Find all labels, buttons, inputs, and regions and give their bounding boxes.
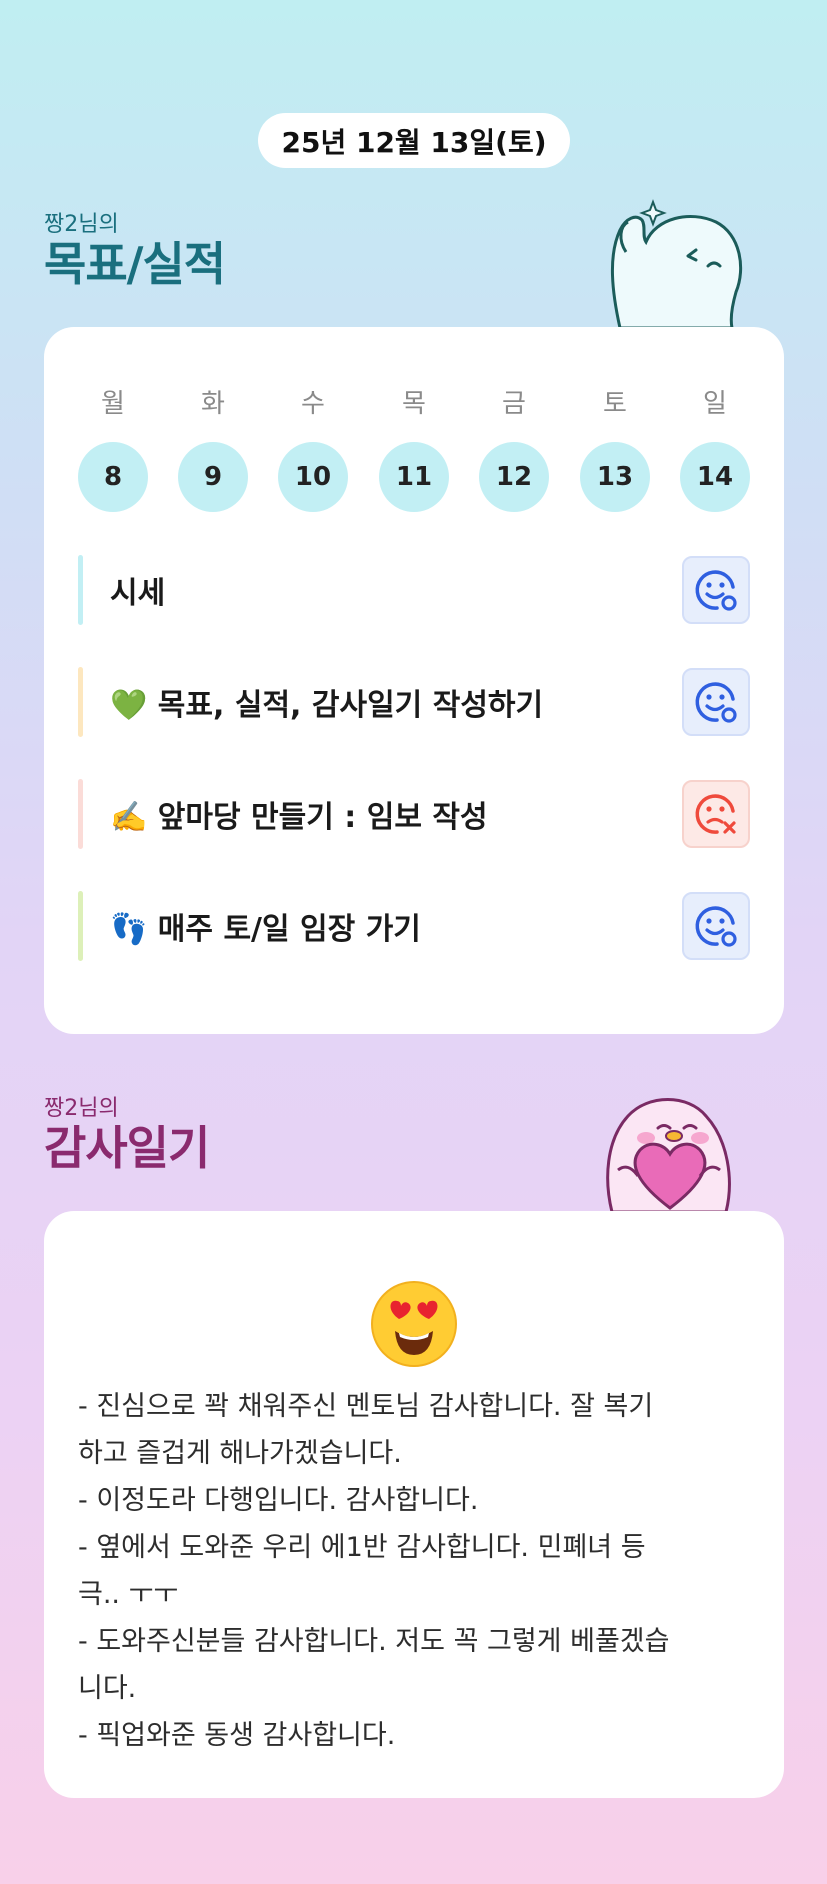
weekday-fri: 금 [502,389,526,419]
gratitude-section-header: 짱2님의 감사일기 [44,1096,210,1175]
goal-color-bar [78,779,83,849]
date-text: 25년 12월 13일(토) [281,125,547,159]
gratitude-owner: 짱2님의 [44,1096,119,1121]
goal-row[interactable]: 👣 매주 토/일 임장 가기 [78,891,750,961]
goals-card: 월 화 수 목 금 토 일 8 9 10 11 12 13 14 시세 💚 목표… [44,327,784,1034]
weekday-tue: 화 [201,389,225,419]
goals-owner: 짱2님의 [44,212,119,237]
gratitude-line: - 옆에서 도와준 우리 에1반 감사합니다. 민폐녀 등 [78,1532,646,1563]
goal-row[interactable]: 💚 목표, 실적, 감사일기 작성하기 [78,667,750,737]
day-button[interactable]: 8 [78,442,148,512]
day-button[interactable]: 14 [680,442,750,512]
goal-color-bar [78,891,83,961]
day-button[interactable]: 9 [178,442,248,512]
gratitude-line: 하고 즐겁게 해나가겠습니다. [78,1438,402,1469]
goal-status-button[interactable] [682,780,750,848]
gratitude-line: - 진심으로 꽉 채워주신 멘토님 감사합니다. 잘 복기 [78,1391,654,1422]
smile-check-icon [695,570,737,611]
gratitude-line: - 도와주신분들 감사합니다. 저도 꼭 그렇게 베풀겠습 [78,1626,670,1657]
weekday-sun: 일 [703,389,727,419]
goals-section-header: 짱2님의 목표/실적 [44,212,226,291]
goal-status-button[interactable] [682,556,750,624]
day-button[interactable]: 11 [379,442,449,512]
goals-title: 목표/실적 [44,237,226,291]
sad-x-icon [695,794,736,834]
weekday-sat: 토 [603,389,627,419]
day-button[interactable]: 12 [479,442,549,512]
gratitude-line: 극.. ㅜㅜ [78,1579,179,1610]
goal-color-bar [78,555,83,625]
goal-label: 👣 매주 토/일 임장 가기 [110,912,421,947]
gratitude-text: - 진심으로 꽉 채워주신 멘토님 감사합니다. 잘 복기 하고 즐겁게 해나가… [78,1383,758,1759]
gratitude-card: - 진심으로 꽉 채워주신 멘토님 감사합니다. 잘 복기 하고 즐겁게 해나가… [44,1211,784,1798]
gratitude-line: 니다. [78,1673,137,1704]
weekday-thu: 목 [402,389,426,419]
weekday-mon: 월 [101,389,125,419]
goal-row[interactable]: 시세 [78,555,750,625]
goal-row[interactable]: ✍️ 앞마당 만들기 : 임보 작성 [78,779,750,849]
goal-color-bar [78,667,83,737]
smile-check-icon [695,906,737,947]
gratitude-title: 감사일기 [44,1121,210,1175]
mascot-heart-illustration [606,1098,731,1212]
goal-label: 시세 [110,576,166,611]
smile-check-icon [695,682,737,723]
date-pill[interactable]: 25년 12월 13일(토) [258,113,570,168]
weekday-wed: 수 [301,389,325,419]
day-button[interactable]: 13 [580,442,650,512]
gratitude-line: - 이정도라 다행입니다. 감사합니다. [78,1485,479,1516]
goal-label: 💚 목표, 실적, 감사일기 작성하기 [110,688,544,723]
heart-eyes-emoji-icon [371,1281,457,1367]
mascot-goals-illustration [610,199,743,328]
goal-label: ✍️ 앞마당 만들기 : 임보 작성 [110,800,488,835]
day-button[interactable]: 10 [278,442,348,512]
goal-status-button[interactable] [682,892,750,960]
gratitude-line: - 픽업와준 동생 감사합니다. [78,1720,396,1751]
goal-status-button[interactable] [682,668,750,736]
